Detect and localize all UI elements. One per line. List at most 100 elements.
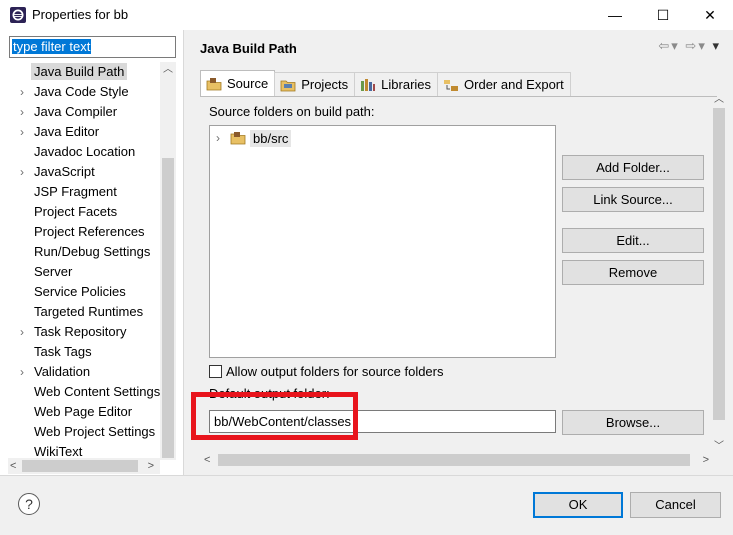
tree-item[interactable]: Javadoc Location: [0, 142, 160, 162]
source-folder-icon: [206, 77, 222, 90]
tab-label: Projects: [301, 77, 349, 92]
link-source-button[interactable]: Link Source...: [562, 187, 704, 212]
scroll-right-icon[interactable]: >: [703, 452, 709, 468]
edit-button[interactable]: Edit...: [562, 228, 704, 253]
page-vertical-scrollbar[interactable]: ︿ ﹀: [711, 90, 727, 452]
tree-horizontal-scrollbar[interactable]: < >: [8, 458, 160, 474]
tree-item[interactable]: Targeted Runtimes: [0, 302, 160, 322]
scroll-left-icon[interactable]: <: [10, 458, 16, 474]
tree-item[interactable]: Server: [0, 262, 160, 282]
tree-item-label: Service Policies: [34, 284, 126, 299]
back-icon[interactable]: ⇦: [658, 38, 671, 53]
tab-libraries[interactable]: Libraries: [354, 72, 439, 96]
tab-order-and-export[interactable]: Order and Export: [437, 72, 571, 96]
maximize-icon: ☐: [656, 6, 670, 23]
tree-item[interactable]: JSP Fragment: [0, 182, 160, 202]
tree-item[interactable]: › Java Editor: [0, 122, 160, 142]
help-button[interactable]: ?: [18, 493, 40, 515]
source-folders-list[interactable]: › bb/src: [209, 125, 556, 358]
tree-item-label: Targeted Runtimes: [34, 304, 144, 319]
tree-item-label: Java Compiler: [34, 104, 118, 119]
expand-arrow-icon[interactable]: ›: [216, 131, 226, 145]
tree-item[interactable]: Web Project Settings: [0, 422, 160, 442]
highlight-annotation: [191, 392, 358, 440]
tree-vertical-scrollbar[interactable]: ︿: [160, 62, 176, 460]
scroll-thumb[interactable]: [22, 460, 138, 472]
tree-item-label: WikiText: [34, 444, 83, 459]
dialog-footer: ? OK Cancel: [0, 475, 733, 535]
scroll-up-icon[interactable]: ︿: [160, 62, 176, 78]
tree-item[interactable]: › JavaScript: [0, 162, 160, 182]
title-bar: Properties for bb — ☐ ✕: [0, 0, 733, 30]
view-menu-icon[interactable]: ▾: [712, 38, 721, 53]
tree-item[interactable]: › Validation: [0, 362, 160, 382]
tree-item-label: Java Editor: [34, 124, 100, 139]
expand-arrow-icon[interactable]: ›: [16, 82, 28, 102]
cancel-button[interactable]: Cancel: [630, 492, 721, 518]
tree-item[interactable]: Service Policies: [0, 282, 160, 302]
scroll-thumb[interactable]: [218, 454, 690, 466]
tree-item-label: Project References: [34, 224, 145, 239]
tree-item[interactable]: Web Content Settings: [0, 382, 160, 402]
scroll-up-icon[interactable]: ︿: [711, 90, 727, 105]
tree-item[interactable]: Project References: [0, 222, 160, 242]
tree-item[interactable]: › Java Compiler: [0, 102, 160, 122]
scroll-thumb[interactable]: [713, 108, 725, 420]
add-folder-button[interactable]: Add Folder...: [562, 155, 704, 180]
browse-button[interactable]: Browse...: [562, 410, 704, 435]
order-export-icon: [444, 79, 459, 91]
tree-item-label: Task Tags: [34, 344, 92, 359]
expand-arrow-icon[interactable]: ›: [16, 102, 28, 122]
close-button[interactable]: ✕: [687, 0, 733, 30]
window-title: Properties for bb: [32, 7, 129, 22]
source-folder-label: bb/src: [250, 129, 292, 147]
page-horizontal-scrollbar[interactable]: < >: [204, 452, 709, 468]
expand-arrow-icon[interactable]: ›: [16, 122, 28, 142]
tree-item-label: Project Facets: [34, 204, 118, 219]
left-panel: type filter text Java Build Path › Java Co…: [0, 30, 184, 475]
back-dropdown-icon[interactable]: ▾: [671, 38, 680, 53]
build-path-tabs: Source Projects Libraries Order and Export: [200, 70, 571, 96]
help-icon: ?: [25, 496, 33, 512]
tree-item-label: Java Code Style: [34, 84, 129, 99]
filter-text: type filter text: [12, 39, 92, 54]
remove-button[interactable]: Remove: [562, 260, 704, 285]
tree-item-label: JSP Fragment: [34, 184, 117, 199]
list-item[interactable]: › bb/src: [216, 129, 292, 147]
tree-item[interactable]: Java Build Path: [0, 62, 160, 82]
allow-output-folders-row[interactable]: Allow output folders for source folders: [209, 364, 444, 379]
tree-item[interactable]: › Task Repository: [0, 322, 160, 342]
page-navigation: ⇦▾ ⇨▾ ▾: [658, 38, 721, 54]
scroll-right-icon[interactable]: >: [148, 458, 154, 474]
tab-source[interactable]: Source: [200, 70, 276, 96]
maximize-button[interactable]: ☐: [640, 0, 686, 30]
scroll-down-icon[interactable]: ﹀: [711, 437, 727, 452]
tree-item-label: Web Page Editor: [34, 404, 133, 419]
scroll-thumb[interactable]: [162, 158, 174, 458]
tree-item-label: Web Project Settings: [34, 424, 156, 439]
tree-item[interactable]: Project Facets: [0, 202, 160, 222]
tree-item[interactable]: Task Tags: [0, 342, 160, 362]
ok-button[interactable]: OK: [533, 492, 623, 518]
filter-input[interactable]: type filter text: [9, 36, 176, 58]
projects-icon: [280, 80, 296, 91]
property-tree: Java Build Path › Java Code Style › Java Com…: [0, 62, 160, 460]
allow-output-label: Allow output folders for source folders: [226, 364, 444, 379]
minimize-button[interactable]: —: [592, 0, 638, 30]
allow-output-checkbox[interactable]: [209, 365, 222, 378]
tree-item-label: Web Content Settings: [34, 384, 160, 399]
tab-projects[interactable]: Projects: [274, 72, 356, 96]
forward-icon[interactable]: ⇨: [685, 38, 698, 53]
tab-label: Source: [227, 76, 269, 91]
expand-arrow-icon[interactable]: ›: [16, 322, 28, 342]
tree-item[interactable]: › Java Code Style: [0, 82, 160, 102]
libraries-icon: [361, 78, 376, 91]
tree-item[interactable]: Run/Debug Settings: [0, 242, 160, 262]
tree-item[interactable]: Web Page Editor: [0, 402, 160, 422]
expand-arrow-icon[interactable]: ›: [16, 362, 28, 382]
forward-dropdown-icon[interactable]: ▾: [698, 38, 707, 53]
tab-label: Order and Export: [464, 77, 564, 92]
tab-label: Libraries: [381, 77, 432, 92]
scroll-left-icon[interactable]: <: [204, 452, 210, 468]
expand-arrow-icon[interactable]: ›: [16, 162, 28, 182]
